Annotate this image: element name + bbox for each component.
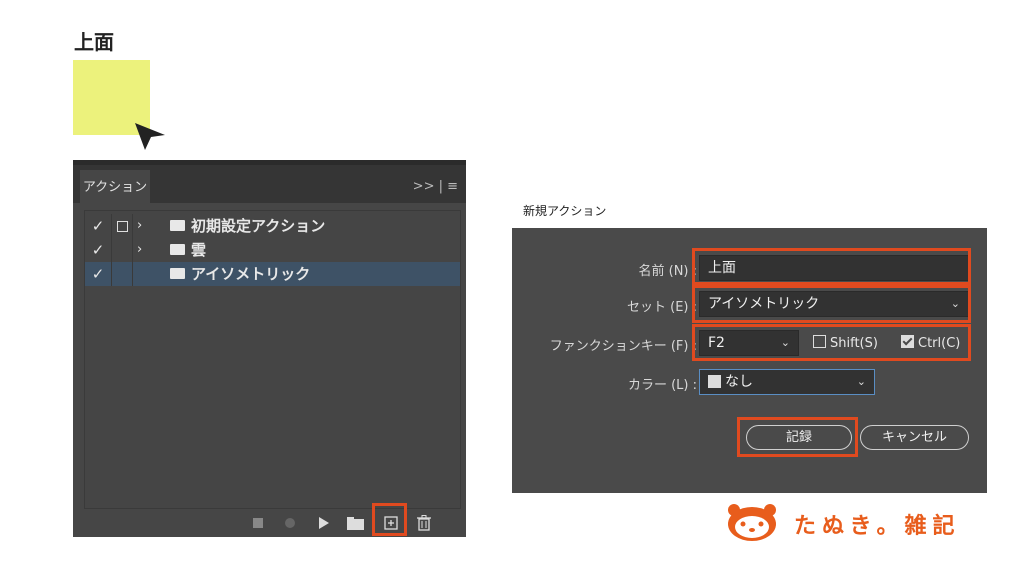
new-action-highlight bbox=[372, 503, 407, 536]
panel-menu-icon[interactable]: >> | ≡ bbox=[413, 179, 458, 194]
panel-footer-toolbar bbox=[73, 510, 466, 537]
color-label: カラー (L) : bbox=[627, 378, 697, 393]
set-highlight bbox=[692, 285, 971, 323]
arrow-cursor-icon bbox=[135, 123, 165, 150]
folder-icon bbox=[170, 244, 185, 255]
action-set-label: 雲 bbox=[191, 241, 207, 259]
set-label: セット (E) : bbox=[626, 300, 697, 315]
toggle-item-icon[interactable]: ✓ bbox=[85, 262, 112, 286]
new-action-dialog: 名前 (N) : 上面 セット (E) : アイソメトリック ⌄ ファンクション… bbox=[512, 228, 987, 493]
tanuki-logo: たぬき。雑記 bbox=[726, 500, 976, 546]
function-key-label: ファンクションキー (F) : bbox=[549, 339, 697, 354]
logo-text: たぬき。雑記 bbox=[794, 514, 961, 539]
toggle-item-icon[interactable]: ✓ bbox=[85, 214, 112, 238]
color-select[interactable]: なし ⌄ bbox=[699, 369, 875, 395]
toggle-dialog-icon[interactable] bbox=[112, 214, 133, 238]
swatch-title: 上面 bbox=[74, 30, 114, 54]
stop-icon[interactable] bbox=[253, 518, 263, 528]
trash-icon[interactable] bbox=[417, 515, 431, 531]
record-highlight bbox=[737, 417, 858, 457]
tab-actions[interactable]: アクション bbox=[80, 170, 150, 208]
list-item[interactable]: ✓ › 雲 bbox=[85, 238, 460, 262]
panel-tab-bar: アクション >> | ≡ bbox=[73, 165, 466, 208]
chevron-down-icon: ⌄ bbox=[856, 375, 866, 388]
toggle-dialog-empty[interactable] bbox=[112, 238, 133, 262]
record-icon[interactable] bbox=[285, 518, 295, 528]
toggle-item-icon[interactable]: ✓ bbox=[85, 238, 112, 262]
folder-icon bbox=[170, 220, 185, 231]
action-set-label: 初期設定アクション bbox=[191, 217, 326, 235]
list-item[interactable]: ✓ › 初期設定アクション bbox=[85, 214, 460, 238]
color-value: なし bbox=[725, 374, 753, 390]
name-label: 名前 (N) : bbox=[638, 264, 697, 279]
name-highlight bbox=[692, 248, 971, 285]
chevron-right-icon[interactable]: › bbox=[137, 238, 142, 262]
action-set-label: アイソメトリック bbox=[191, 265, 311, 283]
list-item-selected[interactable]: ✓ アイソメトリック bbox=[85, 262, 460, 286]
play-icon[interactable] bbox=[318, 517, 330, 529]
cancel-button[interactable]: キャンセル bbox=[860, 425, 969, 450]
actions-panel: アクション >> | ≡ ✓ › 初期設定アクション ✓ › 雲 ✓ アイソメト… bbox=[73, 160, 466, 537]
actions-list: ✓ › 初期設定アクション ✓ › 雲 ✓ アイソメトリック bbox=[84, 210, 461, 509]
function-key-highlight bbox=[692, 324, 971, 361]
folder-icon bbox=[170, 268, 185, 279]
folder-icon[interactable] bbox=[347, 517, 364, 530]
chevron-right-icon[interactable]: › bbox=[137, 214, 142, 238]
tanuki-face-icon bbox=[728, 504, 776, 541]
color-swatch-icon bbox=[708, 375, 721, 388]
dialog-title: 新規アクション bbox=[523, 204, 607, 218]
toggle-dialog-empty[interactable] bbox=[112, 262, 133, 286]
